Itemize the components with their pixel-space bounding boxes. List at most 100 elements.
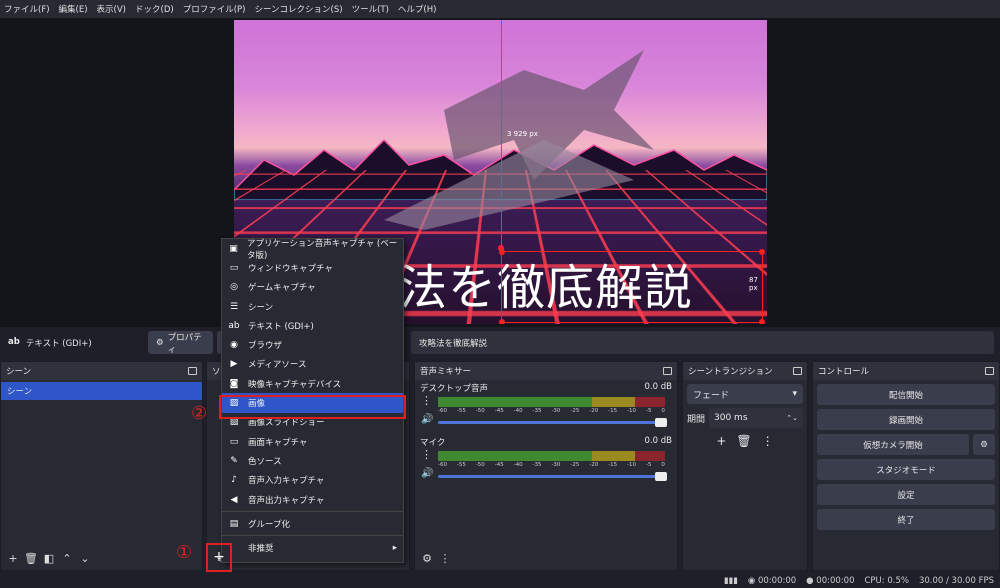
duration-spinbox[interactable]: 300 ms ⌃⌄ [709, 408, 803, 428]
meter-tick: -20 [589, 462, 599, 468]
mic-icon: ♪ [231, 475, 237, 486]
menu-item[interactable]: ♪ 音声入力キャプチャ [222, 471, 403, 490]
menu-item[interactable]: ◎ ゲームキャプチャ [222, 278, 403, 297]
menu-item[interactable]: シーンコレクション(S) [254, 3, 342, 15]
undock-icon[interactable] [188, 367, 197, 375]
speaker-icon: ◀ [230, 494, 238, 505]
more-icon[interactable]: ⋮ [762, 434, 774, 448]
settings-button[interactable]: 設定 [817, 484, 995, 505]
menu-item[interactable]: ab テキスト (GDI+) [222, 316, 403, 335]
undock-icon[interactable] [985, 367, 994, 375]
text-source-icon: ab [8, 337, 20, 347]
menu-item[interactable]: プロファイル(P) [183, 3, 246, 15]
slider-knob[interactable] [655, 472, 667, 481]
text-value-field[interactable]: 攻略法を徹底解説 [411, 331, 994, 354]
filter-icon[interactable]: ◧ [42, 551, 56, 565]
sources-title: ソ [212, 367, 221, 377]
scene-transition-panel: シーントランジション フェード ▾ 期間 300 ms ⌃⌄ + 🗑 ⋮ [682, 361, 808, 571]
menu-item-label: アプリケーション音声キャプチャ (ベータ版) [246, 238, 398, 261]
menu-item[interactable]: ◙ 映像キャプチャデバイス [222, 374, 403, 393]
add-icon[interactable]: + [6, 551, 20, 565]
meter-tick: -25 [570, 462, 580, 468]
more-icon[interactable]: ⋮ [421, 448, 432, 461]
resize-handle[interactable] [759, 319, 765, 324]
meter-tick: -40 [513, 462, 523, 468]
resize-handle[interactable] [498, 245, 504, 251]
studio-mode-button[interactable]: スタジオモード [817, 459, 995, 480]
meter-tick: -10 [627, 462, 637, 468]
scenes-panel: シーン シーン + 🗑 ◧ ⌃ ⌄ [0, 361, 203, 571]
menu-item[interactable]: ☰ シーン [222, 297, 403, 316]
undock-icon[interactable] [793, 367, 802, 375]
annotation-one: ① [176, 542, 193, 563]
menu-item[interactable]: ✎ 色ソース [222, 451, 403, 470]
speaker-icon[interactable]: 🔊 [421, 468, 433, 479]
app-audio-icon: ▣ [229, 243, 238, 254]
add-icon[interactable]: + [716, 434, 726, 448]
transition-select[interactable]: フェード ▾ [687, 384, 803, 404]
resize-handle[interactable] [759, 249, 765, 255]
preview-area: 3 929 px 法を徹底解説 87 px [0, 18, 1000, 327]
resize-handle[interactable] [499, 319, 505, 324]
menu-item[interactable]: ▶ メディアソース [222, 355, 403, 374]
mixer-channel: デスクトップ音声 0.0 dB ⋮ -60 -55 -50 -45 -40 -35 -30 -25-… [415, 380, 677, 434]
meter-tick: -45 [494, 462, 504, 468]
scene-item-label: シーン [7, 387, 33, 397]
px-label-right: 87 px [749, 276, 758, 292]
more-icon[interactable]: ⋮ [421, 394, 432, 407]
scenes-header: シーン [1, 362, 202, 380]
menu-item[interactable]: ヘルプ(H) [398, 3, 437, 15]
meter-tick: -45 [494, 408, 504, 414]
gear-icon[interactable]: ⚙ [973, 434, 995, 455]
mixer-header: 音声ミキサー [415, 362, 677, 380]
properties-button[interactable]: ⚙ プロパティ [148, 331, 213, 355]
menu-item[interactable]: ◉ ブラウザ [222, 335, 403, 354]
menu-item[interactable]: ▭ ウィンドウキャプチャ [222, 258, 403, 277]
menu-item[interactable]: ファイル(F) [4, 3, 50, 15]
speaker-icon[interactable]: 🔊 [421, 414, 433, 425]
exit-button[interactable]: 終了 [817, 509, 995, 530]
annotation-two: ② [191, 403, 208, 424]
menu-item[interactable]: 非推奨 ▸ [222, 538, 403, 557]
controls-title: コントロール [818, 367, 870, 377]
scenes-title: シーン [6, 367, 32, 377]
menu-separator [222, 511, 403, 513]
menu-item[interactable]: 表示(V) [97, 3, 126, 15]
slider-knob[interactable] [655, 418, 667, 427]
menu-item[interactable]: 編集(E) [59, 3, 88, 15]
window-icon: ▭ [229, 262, 239, 273]
chevron-down-icon[interactable]: ⌄ [78, 551, 92, 565]
gear-icon[interactable]: ⚙ [420, 551, 434, 565]
button-label: 終了 [897, 515, 915, 526]
meter-tick: 0 [661, 462, 665, 468]
menu-item[interactable]: ドック(D) [135, 3, 174, 15]
start-streaming-button[interactable]: 配信開始 [817, 384, 995, 405]
selection-box[interactable] [499, 249, 765, 324]
scene-list-item[interactable]: シーン [1, 382, 202, 400]
chevron-up-icon[interactable]: ⌃ [60, 551, 74, 565]
volume-slider[interactable] [438, 418, 667, 427]
menu-item-label: 音声入力キャプチャ [248, 476, 325, 487]
more-icon[interactable]: ⋮ [438, 551, 452, 565]
undock-icon[interactable] [663, 367, 672, 375]
plus-icon[interactable]: + [212, 549, 226, 565]
menu-separator [222, 535, 403, 537]
channel-name: マイク [420, 438, 446, 448]
trash-icon[interactable]: 🗑 [736, 434, 751, 448]
button-label: 録画開始 [888, 415, 923, 426]
menu-item[interactable]: ツール(T) [352, 3, 389, 15]
menu-item[interactable]: ▭ 画面キャプチャ [222, 432, 403, 451]
menu-item[interactable]: ▤ グループ化 [222, 514, 403, 533]
start-recording-button[interactable]: 録画開始 [817, 409, 995, 430]
controls-panel: コントロール 配信開始 録画開始 仮想カメラ開始 ⚙ スタジオモード 設定 終了 [812, 361, 1000, 571]
menu-item[interactable]: ◀ 音声出力キャプチャ [222, 490, 403, 509]
menu-item[interactable]: ▣ アプリケーション音声キャプチャ (ベータ版) [222, 238, 403, 261]
volume-slider[interactable] [438, 472, 667, 481]
meter-tick: -60 [438, 408, 447, 414]
gamepad-icon: ◎ [230, 282, 238, 293]
meter-tick: -50 [475, 462, 485, 468]
folder-icon: ▤ [229, 518, 239, 529]
virtual-camera-button[interactable]: 仮想カメラ開始 [817, 434, 969, 455]
play-icon: ▶ [230, 359, 238, 370]
trash-icon[interactable]: 🗑 [24, 551, 38, 565]
